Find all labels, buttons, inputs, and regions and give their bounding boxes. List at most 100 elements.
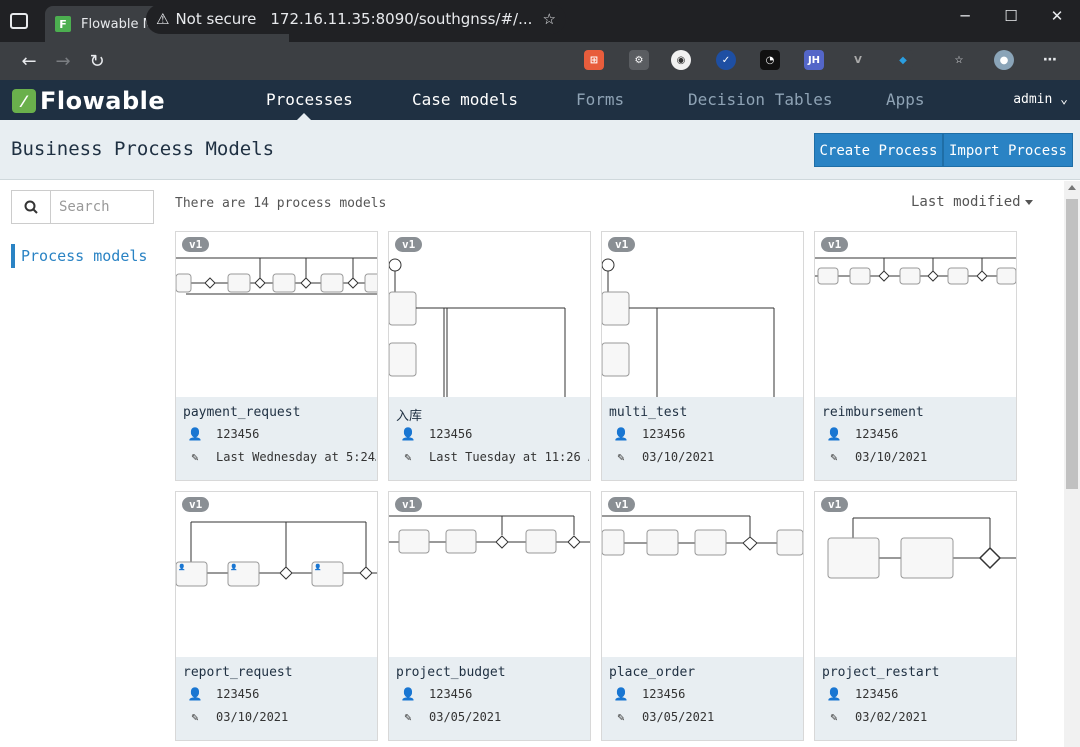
vertical-scrollbar[interactable]: [1064, 181, 1080, 747]
nav-apps[interactable]: Apps: [886, 80, 925, 120]
card-info: project_restart 👤 123456 ✎ 03/02/2021: [815, 657, 1016, 740]
favorites-icon[interactable]: ☆: [949, 50, 969, 70]
process-card[interactable]: v1 project_restart 👤 123456 ✎ 03/02/2021: [814, 491, 1017, 741]
process-card[interactable]: 👤 👤 👤 v1 report_request 👤 123456 ✎ 03/10/2…: [175, 491, 378, 741]
card-info: payment_request 👤 123456 ✎ Last Wednesday …: [176, 397, 377, 480]
process-diagram-thumbnail: v1: [389, 232, 590, 397]
tab-actions-icon[interactable]: [10, 13, 28, 29]
card-info: project_budget 👤 123456 ✎ 03/05/2021: [389, 657, 590, 740]
process-name[interactable]: project_restart: [822, 665, 939, 680]
more-menu-icon[interactable]: ⋯: [1040, 50, 1060, 70]
process-name[interactable]: report_request: [183, 665, 293, 680]
process-card[interactable]: v1 reimbursement 👤 123456 ✎ 03/10/2021: [814, 231, 1017, 481]
last-modified: 03/02/2021: [855, 710, 928, 724]
svg-text:👤: 👤: [178, 563, 185, 571]
last-modified: Last Tuesday at 11:26 AM: [429, 450, 589, 464]
last-modified: 03/05/2021: [429, 710, 502, 724]
svg-text:👤: 👤: [230, 563, 237, 571]
reload-icon[interactable]: ↻: [80, 51, 114, 72]
browser-toolbar: ← → ↻: [0, 42, 1080, 80]
user-menu[interactable]: admin ⌄: [1013, 80, 1068, 120]
window-close-button[interactable]: ✕: [1034, 0, 1080, 32]
version-badge: v1: [395, 497, 423, 512]
owner: 123456: [429, 687, 473, 701]
flowable-favicon-icon: F: [55, 16, 71, 32]
create-process-button[interactable]: Create Process: [814, 133, 943, 167]
sidebar-item-process-models[interactable]: Process models: [11, 244, 147, 268]
address-bar[interactable]: ⚠ Not secure 172.16.11.35:8090/southgnss…: [146, 4, 566, 34]
profile-avatar[interactable]: ●: [994, 50, 1014, 70]
active-nav-indicator: [297, 113, 311, 120]
minimize-button[interactable]: ─: [942, 0, 988, 32]
scroll-up-icon[interactable]: [1068, 185, 1076, 190]
back-arrow-icon[interactable]: ←: [12, 51, 46, 72]
pencil-icon: ✎: [191, 450, 199, 464]
extension-mask-icon[interactable]: ◔: [760, 50, 780, 70]
extension-cube-icon[interactable]: ◆: [893, 50, 913, 70]
process-card[interactable]: v1 multi_test 👤 123456 ✎ 03/10/2021: [601, 231, 804, 481]
nav-case-models[interactable]: Case models: [412, 80, 518, 120]
pencil-icon: ✎: [617, 450, 625, 464]
process-diagram-thumbnail: v1: [602, 492, 803, 657]
search-icon[interactable]: [12, 191, 51, 223]
last-modified: 03/10/2021: [642, 450, 715, 464]
process-name[interactable]: project_budget: [396, 665, 506, 680]
model-count: There are 14 process models: [175, 196, 387, 211]
owner: 123456: [642, 687, 686, 701]
process-card[interactable]: v1 payment_request 👤 123456 ✎ Last Wednesd…: [175, 231, 378, 481]
user-icon: 👤: [400, 427, 416, 441]
maximize-button[interactable]: ☐: [988, 0, 1034, 32]
extension-v-icon[interactable]: V: [848, 50, 868, 70]
last-modified: Last Wednesday at 5:24…: [216, 450, 376, 464]
owner: 123456: [855, 427, 899, 441]
search-input[interactable]: Search: [51, 191, 153, 223]
warning-icon: ⚠: [156, 10, 170, 28]
add-favorite-icon[interactable]: ☆: [543, 10, 556, 28]
sort-dropdown[interactable]: Last modified: [911, 194, 1033, 210]
logo-text: Flowable: [40, 87, 166, 115]
process-diagram-thumbnail: v1: [815, 492, 1016, 657]
process-card[interactable]: v1 project_budget 👤 123456 ✎ 03/05/2021: [388, 491, 591, 741]
nav-decision-tables[interactable]: Decision Tables: [688, 80, 833, 120]
page-header: Business Process Models Create Process I…: [0, 120, 1080, 180]
security-label[interactable]: Not secure: [175, 10, 256, 28]
process-name[interactable]: place_order: [609, 665, 695, 680]
user-icon: 👤: [613, 427, 629, 441]
pencil-icon: ✎: [404, 710, 412, 724]
pencil-icon: ✎: [830, 450, 838, 464]
process-name[interactable]: reimbursement: [822, 405, 924, 420]
owner: 123456: [642, 427, 686, 441]
owner: 123456: [216, 427, 260, 441]
process-diagram-thumbnail: v1: [815, 232, 1016, 397]
version-badge: v1: [182, 497, 210, 512]
scrollbar-thumb[interactable]: [1066, 199, 1078, 489]
user-icon: 👤: [400, 687, 416, 701]
search-box: Search: [11, 190, 154, 224]
extension-shield-icon[interactable]: ◉: [671, 50, 691, 70]
card-info: multi_test 👤 123456 ✎ 03/10/2021: [602, 397, 803, 480]
forward-arrow-icon[interactable]: →: [46, 51, 80, 72]
process-card[interactable]: v1 入库 👤 123456 ✎ Last Tuesday at 11:26 AM: [388, 231, 591, 481]
process-name[interactable]: multi_test: [609, 405, 687, 420]
app-navbar: ⁄ Flowable Processes Case models Forms D…: [0, 80, 1080, 120]
import-process-button[interactable]: Import Process: [943, 133, 1073, 167]
flowable-logo[interactable]: ⁄ Flowable: [12, 87, 165, 115]
svg-text:👤: 👤: [314, 563, 321, 571]
process-card[interactable]: v1 place_order 👤 123456 ✎ 03/05/2021: [601, 491, 804, 741]
card-info: reimbursement 👤 123456 ✎ 03/10/2021: [815, 397, 1016, 480]
extension-jh-icon[interactable]: JH: [804, 50, 824, 70]
user-icon: 👤: [187, 427, 203, 441]
version-badge: v1: [182, 237, 210, 252]
process-name[interactable]: payment_request: [183, 405, 300, 420]
extension-sitemap-icon[interactable]: ⊞: [584, 50, 604, 70]
extension-check-icon[interactable]: ✓: [716, 50, 736, 70]
owner: 123456: [855, 687, 899, 701]
caret-down-icon: [1024, 199, 1033, 205]
url-text[interactable]: 172.16.11.35:8090/southgnss/#/...: [270, 10, 542, 28]
pencil-icon: ✎: [617, 710, 625, 724]
process-name[interactable]: 入库: [396, 405, 422, 424]
owner: 123456: [216, 687, 260, 701]
page-title: Business Process Models: [11, 138, 275, 160]
nav-forms[interactable]: Forms: [576, 80, 624, 120]
extension-puzzle-icon[interactable]: ⚙: [629, 50, 649, 70]
